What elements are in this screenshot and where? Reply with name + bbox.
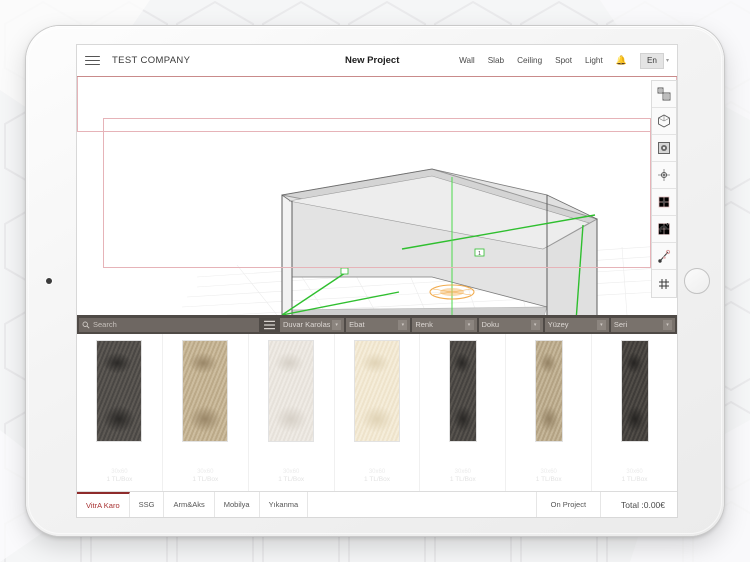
nav-item-wall[interactable]: Wall — [459, 56, 475, 65]
filter-label: Yüzey — [547, 320, 569, 329]
product-meta: 30x60 1 TL/Box — [536, 468, 562, 491]
language-button[interactable]: En — [639, 52, 664, 69]
bottom-bar: VitrA Karo SSG Arm&Aks Mobilya Yıkanma O… — [77, 491, 677, 517]
room-floor — [285, 306, 548, 315]
product-cell[interactable]: 30x60 1 TL/Box — [592, 334, 677, 491]
tab-ssg[interactable]: SSG — [130, 492, 165, 517]
home-button[interactable] — [684, 268, 710, 294]
product-size: 30x60 — [368, 469, 386, 476]
filter-bar: Duvar Karolası ▾ Ebat ▾ Renk ▾ Doku ▾ Yü… — [77, 315, 677, 334]
tile-swatch[interactable] — [268, 340, 315, 442]
tile-swatch[interactable] — [620, 340, 649, 442]
product-price: 1 TL/Box — [106, 476, 133, 484]
product-size: 30x60 — [282, 469, 300, 476]
viewport-guide-inner — [103, 118, 651, 268]
chevron-down-icon[interactable]: ▾ — [398, 319, 408, 330]
product-price: 1 TL/Box — [278, 476, 305, 484]
tile-swatch[interactable] — [534, 340, 563, 442]
nav-item-ceiling[interactable]: Ceiling — [517, 56, 542, 65]
chevron-down-icon[interactable]: ▾ — [332, 319, 342, 330]
tile-pattern-tool[interactable] — [652, 81, 676, 108]
product-size: 30x60 — [626, 469, 643, 476]
product-size: 30x60 — [540, 469, 557, 476]
nav-item-light[interactable]: Light — [585, 56, 603, 65]
grid-tool[interactable] — [652, 189, 676, 216]
app-screen: TEST COMPANY New Project Wall Slab Ceili… — [76, 44, 678, 518]
surface-filter[interactable]: Yüzey ▾ — [544, 317, 609, 332]
product-type-filter[interactable]: Duvar Karolası ▾ — [280, 317, 345, 332]
page-title: New Project — [345, 55, 400, 66]
hamburger-icon[interactable] — [85, 53, 100, 68]
tile-swatch[interactable] — [448, 340, 477, 442]
product-cell[interactable]: 30x60 1 TL/Box — [335, 334, 421, 491]
tool-rail — [651, 80, 677, 298]
product-price: 1 TL/Box — [535, 476, 562, 484]
ipad-device-frame: TEST COMPANY New Project Wall Slab Ceili… — [26, 26, 724, 536]
product-cell[interactable]: 30x60 1 TL/Box — [163, 334, 249, 491]
product-meta: 30x60 1 TL/Box — [450, 468, 476, 491]
product-size: 30x60 — [111, 469, 128, 476]
on-project-button[interactable]: On Project — [535, 492, 600, 517]
color-filter[interactable]: Renk ▾ — [412, 317, 477, 332]
header-nav: Wall Slab Ceiling Spot Light 🔔 En ▾ — [459, 52, 669, 69]
chevron-down-icon[interactable]: ▾ — [530, 319, 540, 330]
product-price: 1 TL/Box — [192, 476, 219, 484]
company-name: TEST COMPANY — [112, 55, 191, 66]
chevron-down-icon[interactable]: ▾ — [666, 57, 669, 64]
size-filter[interactable]: Ebat ▾ — [346, 317, 411, 332]
bottom-spacer — [308, 492, 535, 517]
product-strip: 30x60 1 TL/Box 30x60 1 TL/Box 30x60 1 TL/Box 3… — [77, 334, 677, 491]
nav-item-spot[interactable]: Spot — [555, 56, 572, 65]
tab-yikanma[interactable]: Yıkanma — [260, 492, 309, 517]
filter-label: Seri — [613, 320, 628, 329]
texture-filter[interactable]: Doku ▾ — [478, 317, 543, 332]
product-size: 30x60 — [197, 469, 214, 476]
product-meta: 30x60 1 TL/Box — [192, 468, 218, 491]
product-meta: 30x60 1 TL/Box — [622, 468, 648, 491]
bell-icon[interactable]: 🔔 — [616, 55, 627, 66]
product-meta: 30x60 1 TL/Box — [106, 468, 132, 491]
3d-viewport[interactable]: 1 E — [77, 77, 677, 315]
app-header: TEST COMPANY New Project Wall Slab Ceili… — [77, 45, 677, 77]
chevron-down-icon[interactable]: ▾ — [596, 319, 606, 330]
material-tool[interactable] — [652, 135, 676, 162]
filter-label: Doku — [481, 320, 500, 329]
measure-tool[interactable] — [652, 243, 676, 270]
3d-view-tool[interactable] — [652, 108, 676, 135]
product-price: 1 TL/Box — [364, 476, 390, 484]
magnet-snap-tool[interactable] — [652, 216, 676, 243]
filter-label: Ebat — [349, 320, 365, 329]
tile-swatch[interactable] — [182, 340, 229, 442]
product-price: 1 TL/Box — [621, 476, 648, 484]
search-field[interactable] — [79, 317, 259, 332]
list-view-icon[interactable] — [264, 320, 275, 330]
chevron-down-icon[interactable]: ▾ — [663, 319, 673, 330]
tab-vitra-karo[interactable]: VitrA Karo — [77, 492, 130, 517]
chevron-down-icon[interactable]: ▾ — [464, 319, 474, 330]
tab-arm-aks[interactable]: Arm&Aks — [164, 492, 215, 517]
filter-label: Duvar Karolası — [283, 320, 331, 329]
search-icon — [82, 321, 90, 328]
product-cell[interactable]: 30x60 1 TL/Box — [249, 334, 335, 491]
product-cell[interactable]: 30x60 1 TL/Box — [506, 334, 593, 491]
front-camera — [46, 278, 52, 284]
nav-item-slab[interactable]: Slab — [488, 56, 504, 65]
product-size: 30x60 — [454, 469, 472, 476]
product-price: 1 TL/Box — [449, 476, 476, 484]
product-meta: 30x60 1 TL/Box — [364, 468, 390, 491]
product-cell[interactable]: 30x60 1 TL/Box — [420, 334, 507, 491]
search-input[interactable] — [93, 320, 256, 329]
product-meta: 30x60 1 TL/Box — [278, 468, 304, 491]
product-cell[interactable]: 30x60 1 TL/Box — [77, 334, 163, 491]
grid-lines-tool[interactable] — [652, 270, 676, 297]
tile-swatch[interactable] — [354, 340, 400, 442]
move-gizmo-tool[interactable] — [652, 162, 676, 189]
tile-swatch[interactable] — [96, 340, 143, 442]
tab-mobilya[interactable]: Mobilya — [215, 492, 260, 517]
total-label: Total :0.00€ — [600, 492, 677, 517]
series-filter[interactable]: Seri ▾ — [610, 317, 676, 332]
filter-label: Renk — [415, 320, 433, 329]
